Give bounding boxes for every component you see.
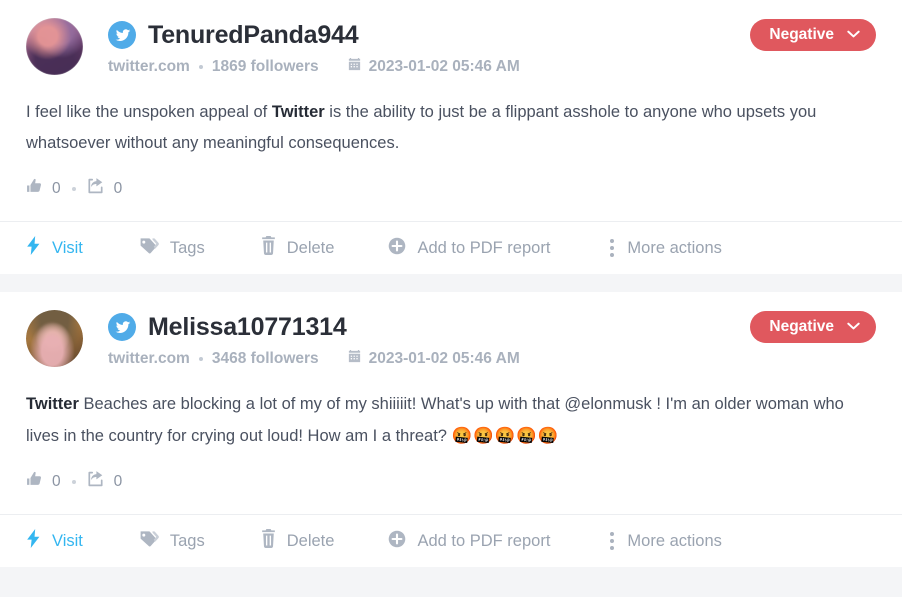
- sentiment-badge[interactable]: Negative: [750, 311, 876, 343]
- post-card: Melissa10771314 twitter.com 3468 followe…: [0, 292, 902, 567]
- avatar[interactable]: [26, 310, 83, 367]
- post-keyword: Twitter: [26, 395, 79, 413]
- more-actions-label: More actions: [627, 531, 722, 550]
- post-source: twitter.com: [108, 350, 190, 367]
- avatar-image: [26, 18, 83, 75]
- twitter-icon: [108, 313, 136, 341]
- post-text-segment: I feel like the unspoken appeal of: [26, 103, 272, 121]
- post-keyword: Twitter: [271, 103, 325, 121]
- visit-label: Visit: [52, 531, 83, 550]
- meta-separator-dot: [198, 65, 203, 69]
- post-action-bar: Visit Tags Delete Add to PDF report More…: [0, 221, 902, 274]
- plus-circle-icon: [388, 237, 406, 260]
- like-stat: 0: [26, 178, 61, 200]
- author-name[interactable]: TenuredPanda944: [148, 20, 359, 50]
- follower-count: 1869 followers: [211, 58, 319, 75]
- vertical-dots-icon: [610, 532, 615, 550]
- post-meta: twitter.com 1869 followers 2023-01-02 05…: [108, 57, 520, 77]
- sentiment-label: Negative: [769, 26, 834, 44]
- avatar-image: [26, 310, 83, 367]
- engagement-separator-dot: [71, 186, 76, 191]
- sentiment-label: Negative: [769, 318, 834, 336]
- visit-button[interactable]: Visit: [26, 236, 83, 260]
- post-date: 2023-01-02 05:46 AM: [368, 350, 520, 367]
- add-to-pdf-report-label: Add to PDF report: [417, 531, 551, 550]
- more-actions-button[interactable]: More actions: [610, 238, 722, 257]
- tags-label: Tags: [169, 238, 205, 257]
- post-header-text: Melissa10771314 twitter.com 3468 followe…: [108, 308, 520, 369]
- thumbs-up-icon: [26, 471, 43, 493]
- post-date-group: 2023-01-02 05:46 AM: [347, 349, 520, 369]
- post-action-bar: Visit Tags Delete Add to PDF report More…: [0, 514, 902, 567]
- add-to-pdf-report-button[interactable]: Add to PDF report: [388, 237, 550, 260]
- share-stat: 0: [87, 177, 123, 200]
- post-content: Twitter Beaches are blocking a lot of my…: [26, 389, 872, 452]
- thumbs-up-icon: [26, 178, 43, 200]
- like-count: 0: [52, 472, 61, 490]
- post-header: TenuredPanda944 twitter.com 1869 followe…: [26, 16, 876, 78]
- post-body: Melissa10771314 twitter.com 3468 followe…: [0, 292, 902, 514]
- share-count: 0: [113, 472, 123, 490]
- tags-label: Tags: [169, 531, 205, 550]
- like-stat: 0: [26, 471, 61, 493]
- visit-label: Visit: [52, 238, 83, 257]
- tags-button[interactable]: Tags: [139, 530, 205, 553]
- share-icon: [87, 177, 105, 200]
- delete-label: Delete: [286, 238, 335, 257]
- delete-button[interactable]: Delete: [261, 529, 335, 553]
- post-body: TenuredPanda944 twitter.com 1869 followe…: [0, 0, 902, 221]
- plus-circle-icon: [388, 530, 406, 553]
- post-source: twitter.com: [108, 58, 190, 75]
- tags-button[interactable]: Tags: [139, 237, 205, 260]
- sentiment-badge[interactable]: Negative: [750, 19, 876, 51]
- post-header: Melissa10771314 twitter.com 3468 followe…: [26, 308, 876, 370]
- follower-count: 3468 followers: [211, 350, 319, 367]
- social-mentions-feed: TenuredPanda944 twitter.com 1869 followe…: [0, 0, 902, 597]
- lightning-bolt-icon: [26, 529, 41, 553]
- visit-button[interactable]: Visit: [26, 529, 83, 553]
- add-to-pdf-report-button[interactable]: Add to PDF report: [388, 530, 550, 553]
- post-date: 2023-01-02 05:46 AM: [368, 58, 520, 75]
- engagement-row: 0 0: [26, 470, 876, 514]
- post-content: I feel like the unspoken appeal of Twitt…: [26, 97, 872, 159]
- meta-separator-dot: [198, 357, 203, 361]
- post-date-group: 2023-01-02 05:46 AM: [347, 57, 520, 77]
- post-card: TenuredPanda944 twitter.com 1869 followe…: [0, 0, 902, 274]
- delete-button[interactable]: Delete: [261, 236, 335, 260]
- add-to-pdf-report-label: Add to PDF report: [417, 238, 551, 257]
- calendar-icon: [347, 349, 362, 369]
- author-row: Melissa10771314: [108, 310, 520, 344]
- post-header-text: TenuredPanda944 twitter.com 1869 followe…: [108, 16, 520, 77]
- delete-label: Delete: [286, 531, 335, 550]
- share-stat: 0: [87, 470, 123, 493]
- author-row: TenuredPanda944: [108, 18, 520, 52]
- trash-icon: [261, 236, 276, 260]
- calendar-icon: [347, 57, 362, 77]
- chevron-down-icon[interactable]: [847, 318, 860, 336]
- like-count: 0: [52, 179, 61, 197]
- engagement-separator-dot: [71, 479, 76, 484]
- avatar[interactable]: [26, 18, 83, 75]
- more-actions-button[interactable]: More actions: [610, 531, 722, 550]
- tag-icon: [139, 237, 159, 260]
- twitter-icon: [108, 21, 136, 49]
- vertical-dots-icon: [610, 239, 615, 257]
- share-count: 0: [113, 179, 123, 197]
- tag-icon: [139, 530, 159, 553]
- chevron-down-icon[interactable]: [847, 26, 860, 44]
- author-name[interactable]: Melissa10771314: [148, 312, 347, 342]
- card-separator: [0, 274, 902, 292]
- trash-icon: [261, 529, 276, 553]
- post-text-segment: Beaches are blocking a lot of my of my s…: [26, 395, 844, 445]
- more-actions-label: More actions: [627, 238, 722, 257]
- share-icon: [87, 470, 105, 493]
- engagement-row: 0 0: [26, 177, 876, 221]
- lightning-bolt-icon: [26, 236, 41, 260]
- post-emoji: 🤬🤬🤬🤬🤬: [451, 426, 560, 445]
- post-meta: twitter.com 3468 followers 2023-01-02 05…: [108, 349, 520, 369]
